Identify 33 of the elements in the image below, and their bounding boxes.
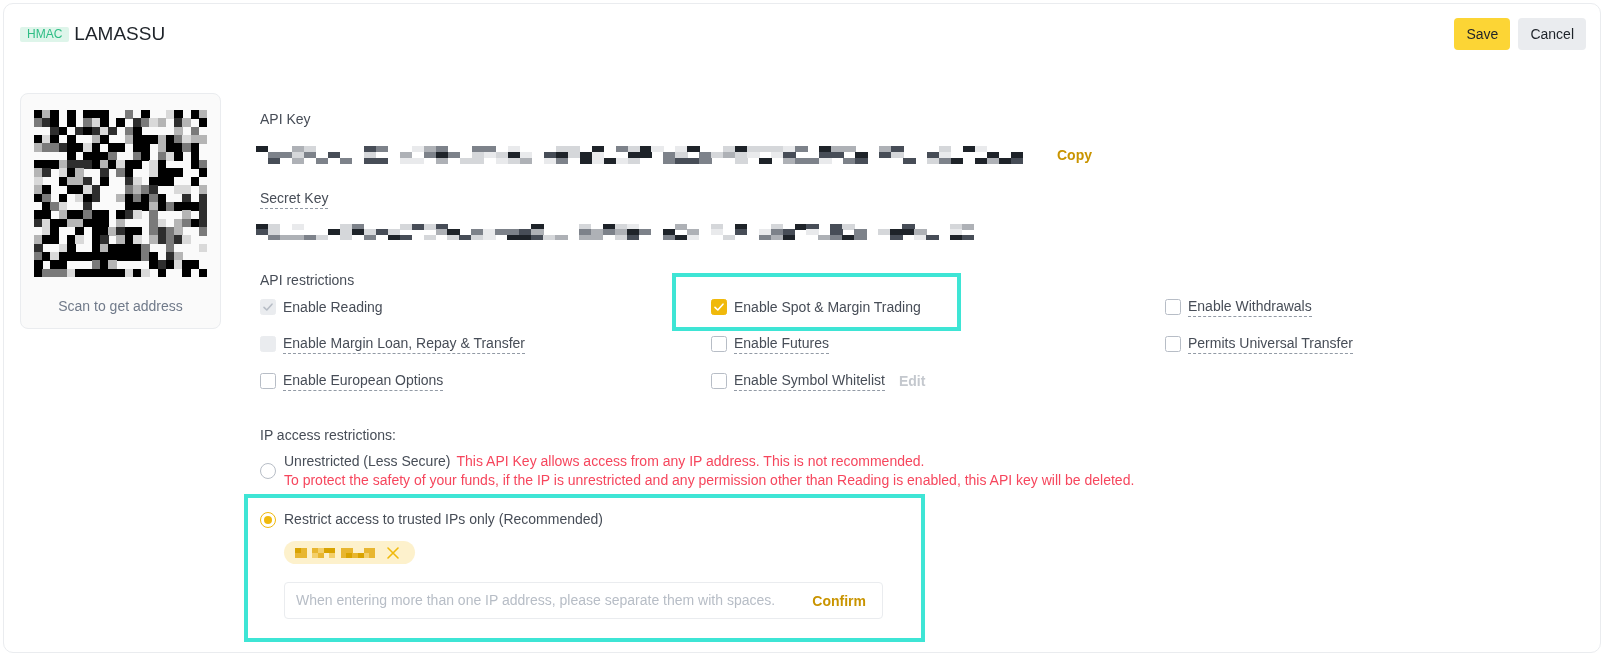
- checkbox[interactable]: [260, 373, 276, 389]
- radio-button[interactable]: [260, 511, 276, 528]
- save-button[interactable]: Save: [1454, 18, 1511, 50]
- permission-label: Enable Spot & Margin Trading: [734, 298, 921, 317]
- permission-label: Enable Futures: [734, 334, 829, 354]
- field-label: API Key: [260, 110, 311, 129]
- section-title: API restrictions: [260, 271, 355, 290]
- checkbox[interactable]: [711, 336, 727, 352]
- checkbox[interactable]: [711, 299, 727, 315]
- cancel-button[interactable]: Cancel: [1518, 18, 1586, 50]
- permission-label: Permits Universal Transfer: [1188, 334, 1353, 354]
- radio-button[interactable]: [260, 463, 276, 479]
- ip-address-field[interactable]: When entering more than one IP address, please separate them with spaces. Confirm: [284, 582, 883, 619]
- checkbox[interactable]: [711, 373, 727, 389]
- warning-text: This API Key allows access from any IP address. This is not recommended.: [456, 452, 925, 471]
- permission-label: Enable Margin Loan, Repay & Transfer: [283, 334, 526, 354]
- permission-label: Enable European Options: [283, 371, 444, 391]
- permission-label: Enable Withdrawals: [1188, 297, 1312, 317]
- confirm-button[interactable]: Confirm: [812, 590, 866, 611]
- checkbox[interactable]: [1165, 336, 1181, 352]
- section-title: IP access restrictions:: [260, 426, 396, 445]
- warning-text: To protect the safety of your funds, if the IP is unrestricted and any permission other than Reading is enabled, this API key will be deleted.: [284, 471, 1135, 490]
- permission-label: Enable Symbol Whitelist: [734, 371, 885, 391]
- checkbox[interactable]: [1165, 299, 1181, 315]
- close-icon[interactable]: [387, 546, 399, 559]
- qr-caption: Scan to get address: [58, 297, 183, 316]
- key-type-badge: HMAC: [20, 26, 70, 42]
- option-label: Unrestricted (Less Secure): [284, 452, 451, 471]
- option-label: Restrict access to trusted IPs only (Recommended): [284, 510, 603, 529]
- permission-label: Enable Reading: [283, 298, 383, 317]
- field-label: Secret Key: [260, 188, 329, 209]
- copy-link[interactable]: Copy: [1057, 145, 1092, 165]
- api-key-name: LAMASSU: [74, 22, 166, 46]
